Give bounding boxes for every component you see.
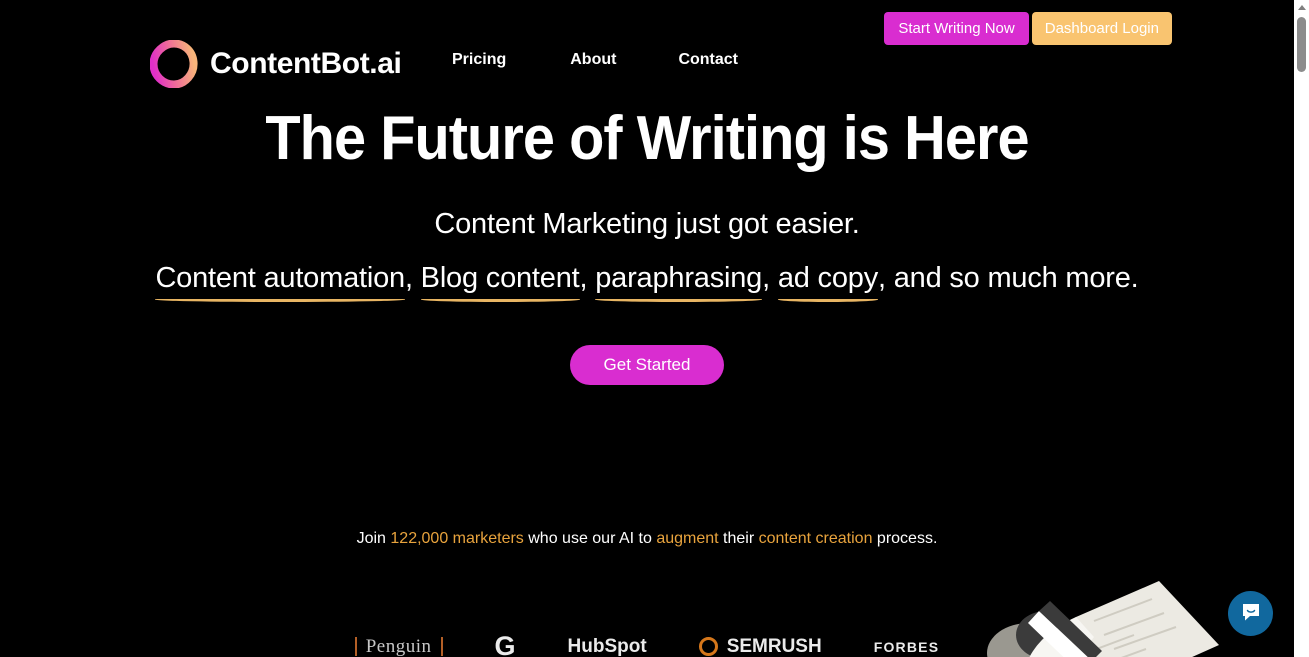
nav-link-pricing[interactable]: Pricing (452, 51, 506, 69)
social-proof-content-creation: content creation (758, 530, 873, 547)
feature-tail: , and so much more. (878, 262, 1139, 294)
start-writing-now-button[interactable]: Start Writing Now (884, 12, 1029, 45)
social-proof-augment: augment (656, 530, 719, 547)
dashboard-login-button[interactable]: Dashboard Login (1031, 12, 1172, 45)
feature-content-automation: Content automation (155, 262, 405, 302)
social-proof-middle: who use our AI to (523, 530, 657, 547)
page-title: The Future of Writing is Here (265, 104, 1029, 173)
logo-hubspot: HubSpot (568, 636, 647, 657)
divider-rule-right-icon (440, 637, 443, 656)
logo-hubspot-label: HubSpot (567, 636, 647, 657)
logo-penguin: Penguin (354, 636, 443, 657)
nav-link-about[interactable]: About (570, 51, 616, 69)
logo-forbes: FORBES (874, 639, 940, 655)
social-proof-middle-2: their (718, 530, 759, 547)
logo-forbes-label: FORBES (873, 638, 940, 655)
logo-semrush-label: SEMRUSH (726, 636, 822, 657)
logo-penguin-label: Penguin (365, 636, 432, 657)
get-started-button[interactable]: Get Started (569, 345, 725, 385)
brand-logo[interactable]: ContentBot.ai (149, 39, 402, 89)
semrush-ring-icon (698, 637, 718, 656)
feature-sep-3: , (762, 262, 778, 294)
hero-section: The Future of Writing is Here Content Ma… (0, 108, 1294, 385)
logo-google-label: G (494, 636, 516, 657)
logo-google: G (494, 636, 516, 657)
logo-semrush: SEMRUSH (698, 636, 822, 657)
header-actions: Start Writing Now Dashboard Login (884, 12, 1172, 45)
scrollbar-thumb[interactable] (1297, 17, 1306, 72)
gradient-ring-icon (149, 39, 198, 89)
feature-sep-1: , (404, 262, 421, 294)
feature-sep-2: , (579, 262, 596, 294)
nav-link-contact[interactable]: Contact (678, 51, 738, 69)
brand-name: ContentBot.ai (210, 47, 402, 80)
customer-logo-strip: Penguin G HubSpot SEMRUSH FORBES (0, 636, 1294, 657)
divider-rule-left-icon (354, 637, 357, 656)
feature-paraphrasing: paraphrasing (595, 262, 762, 302)
hero-feature-list: Content automation, Blog content, paraph… (0, 262, 1294, 302)
social-proof-suffix: process. (872, 530, 938, 547)
page-root: ContentBot.ai Pricing About Contact Star… (0, 0, 1294, 657)
hero-subtitle: Content Marketing just got easier. (434, 208, 860, 240)
social-proof-count: 122,000 marketers (390, 530, 524, 547)
primary-nav: Pricing About Contact (452, 51, 738, 69)
scroll-up-arrow-icon[interactable] (1294, 0, 1309, 15)
cta-container: Get Started (0, 345, 1294, 385)
site-header: ContentBot.ai Pricing About Contact Star… (0, 0, 1294, 95)
vertical-scrollbar[interactable] (1294, 0, 1309, 657)
chat-launcher-button[interactable] (1228, 591, 1273, 636)
feature-ad-copy: ad copy (777, 262, 878, 302)
feature-blog-content: Blog content (420, 262, 580, 302)
social-proof-prefix: Join (356, 530, 391, 547)
social-proof-line: Join 122,000 marketers who use our AI to… (0, 530, 1294, 548)
chat-bubble-smile-icon (1239, 600, 1263, 627)
